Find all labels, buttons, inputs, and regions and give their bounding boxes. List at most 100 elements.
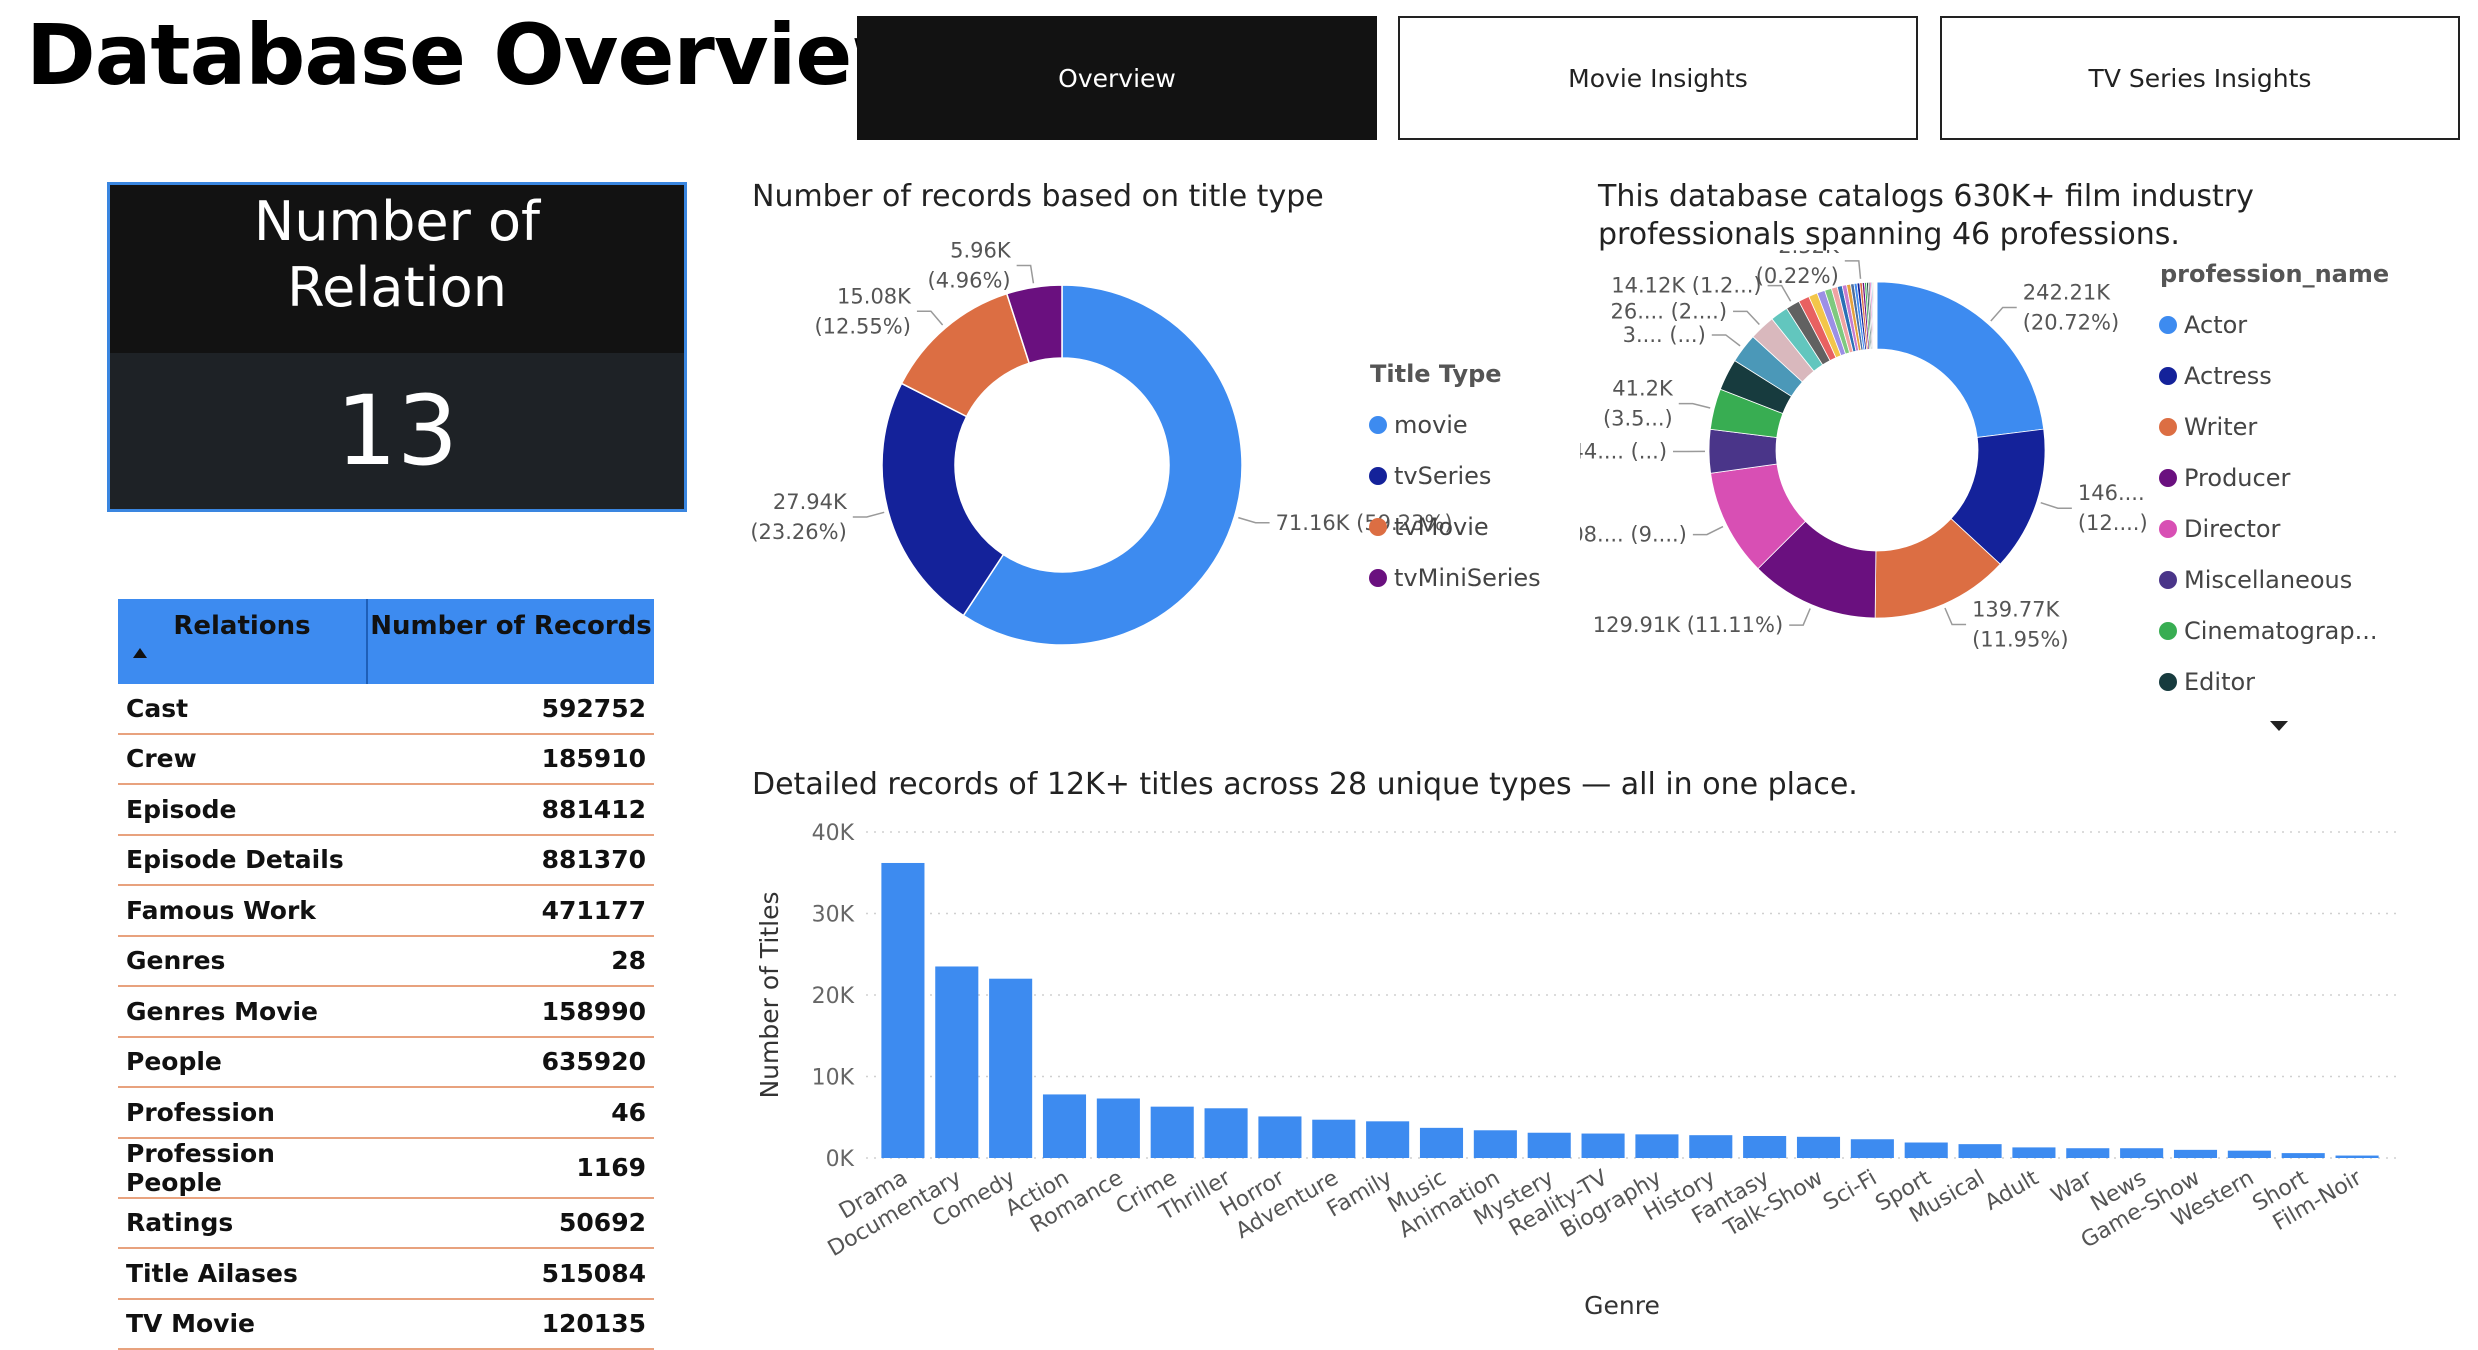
bar-game-show[interactable] (2174, 1150, 2217, 1158)
table-row: Title Ailases515084 (118, 1248, 654, 1299)
record-count: 881412 (367, 784, 654, 835)
bar-documentary[interactable] (935, 966, 978, 1158)
bar-sport[interactable] (1905, 1143, 1948, 1158)
table-row: Cast592752 (118, 684, 654, 734)
table-row: Genres28 (118, 936, 654, 987)
y-tick-label: 40K (812, 821, 855, 846)
bar-drama[interactable] (881, 863, 924, 1158)
relations-table: Relations Number of Records Cast592752Cr… (118, 599, 654, 1350)
tab-overview[interactable]: Overview (857, 16, 1377, 140)
legend-marker (2159, 673, 2177, 691)
bar-mystery[interactable] (1528, 1133, 1571, 1158)
bar-horror[interactable] (1258, 1116, 1301, 1158)
donut-leader-line (1693, 527, 1723, 535)
legend-marker (2159, 367, 2177, 385)
title-type-donut-chart: 71.16K (59.23%)27.94K(23.26%)15.08K(12.5… (740, 230, 1640, 710)
donut-data-label-line: (20.72%) (2023, 311, 2119, 335)
table-row: Ratings50692 (118, 1198, 654, 1249)
donut-slice-actor[interactable] (1877, 282, 2044, 437)
record-count: 158990 (367, 986, 654, 1037)
bar-adult[interactable] (2012, 1147, 2055, 1158)
donut-data-label: 129.91K (11.11%) (1593, 613, 1783, 637)
bar-crime[interactable] (1151, 1107, 1194, 1158)
donut-leader-line (2041, 503, 2072, 509)
kpi-value: 13 (110, 381, 684, 481)
table-row: Episode Details881370 (118, 835, 654, 886)
legend-label[interactable]: tvMiniSeries (1394, 564, 1541, 592)
bar-thriller[interactable] (1205, 1108, 1248, 1158)
relation-name: Cast (118, 684, 367, 734)
donut-leader-line (1945, 608, 1966, 625)
donut-leader-line (1845, 261, 1861, 279)
bar-sci-fi[interactable] (1851, 1139, 1894, 1158)
donut-data-label-line: 108.... (9....) (1580, 523, 1687, 547)
legend-marker (1369, 467, 1387, 485)
donut-leader-line (853, 512, 884, 517)
legend-marker (2159, 418, 2177, 436)
legend-label[interactable]: Actress (2184, 362, 2272, 390)
bar-family[interactable] (1366, 1121, 1409, 1158)
tab-tv-series-insights[interactable]: TV Series Insights (1940, 16, 2460, 140)
record-count: 50692 (367, 1198, 654, 1249)
legend-label[interactable]: tvSeries (1394, 462, 1491, 490)
donut-data-label-line: 146.... (2078, 481, 2145, 505)
legend-marker (2159, 622, 2177, 640)
bar-film-noir[interactable] (2336, 1156, 2379, 1158)
tab-movie-insights[interactable]: Movie Insights (1398, 16, 1918, 140)
bar-talk-show[interactable] (1797, 1137, 1840, 1158)
donut-data-label: 41.2K(3.5...) (1603, 377, 1674, 431)
bar-reality-tv[interactable] (1582, 1134, 1625, 1158)
legend-label[interactable]: Actor (2184, 311, 2247, 339)
record-count: 28 (367, 936, 654, 987)
bar-romance[interactable] (1097, 1099, 1140, 1158)
relation-name: Episode (118, 784, 367, 835)
kpi-title: Number of Relation (150, 189, 644, 321)
bar-animation[interactable] (1474, 1130, 1517, 1158)
legend-scroll-down-icon[interactable] (2270, 721, 2288, 731)
bar-history[interactable] (1689, 1135, 1732, 1158)
donut-data-label-line: (12.55%) (814, 314, 910, 338)
legend-label[interactable]: Director (2184, 515, 2281, 543)
donut-data-label: 146....(12....) (2078, 481, 2148, 535)
genre-chart-title: Detailed records of 12K+ titles across 2… (752, 766, 1858, 804)
bar-war[interactable] (2066, 1148, 2109, 1158)
legend-label[interactable]: tvMovie (1394, 513, 1489, 541)
column-header-relations[interactable]: Relations (118, 599, 367, 684)
donut-data-label: 14.12K (1.2...) (1611, 274, 1761, 298)
relation-name: Genres Movie (118, 986, 367, 1037)
donut-slice-tvseries[interactable] (882, 383, 1003, 615)
legend-label[interactable]: Producer (2184, 464, 2290, 492)
bar-musical[interactable] (1959, 1144, 2002, 1158)
table-row: People635920 (118, 1037, 654, 1088)
donut-leader-line (1789, 608, 1810, 625)
bar-comedy[interactable] (989, 979, 1032, 1158)
x-tick-label: Sci-Fi (1819, 1166, 1881, 1216)
legend-label[interactable]: Writer (2184, 413, 2257, 441)
donut-data-label: 44.... (...) (1580, 439, 1667, 463)
column-header-label: Relations (173, 611, 310, 641)
bar-news[interactable] (2120, 1148, 2163, 1158)
legend-label[interactable]: Editor (2184, 668, 2255, 696)
donut-data-label: 5.96K(4.96%) (928, 238, 1012, 292)
column-header-number-of-records[interactable]: Number of Records (367, 599, 654, 684)
bar-fantasy[interactable] (1743, 1136, 1786, 1158)
relation-name: Profession (118, 1087, 367, 1138)
legend-label[interactable]: Cinematograp... (2184, 617, 2378, 645)
table-row: Episode881412 (118, 784, 654, 835)
page-title: Database Overview (26, 6, 928, 104)
bar-action[interactable] (1043, 1094, 1086, 1158)
legend-label[interactable]: Miscellaneous (2184, 566, 2352, 594)
legend-marker (2159, 520, 2177, 538)
bar-biography[interactable] (1635, 1134, 1678, 1158)
record-count: 471177 (367, 885, 654, 936)
legend-marker (1369, 416, 1387, 434)
bar-music[interactable] (1420, 1128, 1463, 1158)
donut-slice-other-35[interactable] (1876, 282, 1877, 349)
legend-label[interactable]: movie (1394, 411, 1468, 439)
bar-western[interactable] (2228, 1151, 2271, 1158)
donut-data-label-line: 26.... (2....) (1610, 299, 1727, 323)
table-row: Profession46 (118, 1087, 654, 1138)
bar-short[interactable] (2282, 1153, 2325, 1158)
bar-adventure[interactable] (1312, 1120, 1355, 1158)
x-axis-title: Genre (1584, 1291, 1660, 1320)
